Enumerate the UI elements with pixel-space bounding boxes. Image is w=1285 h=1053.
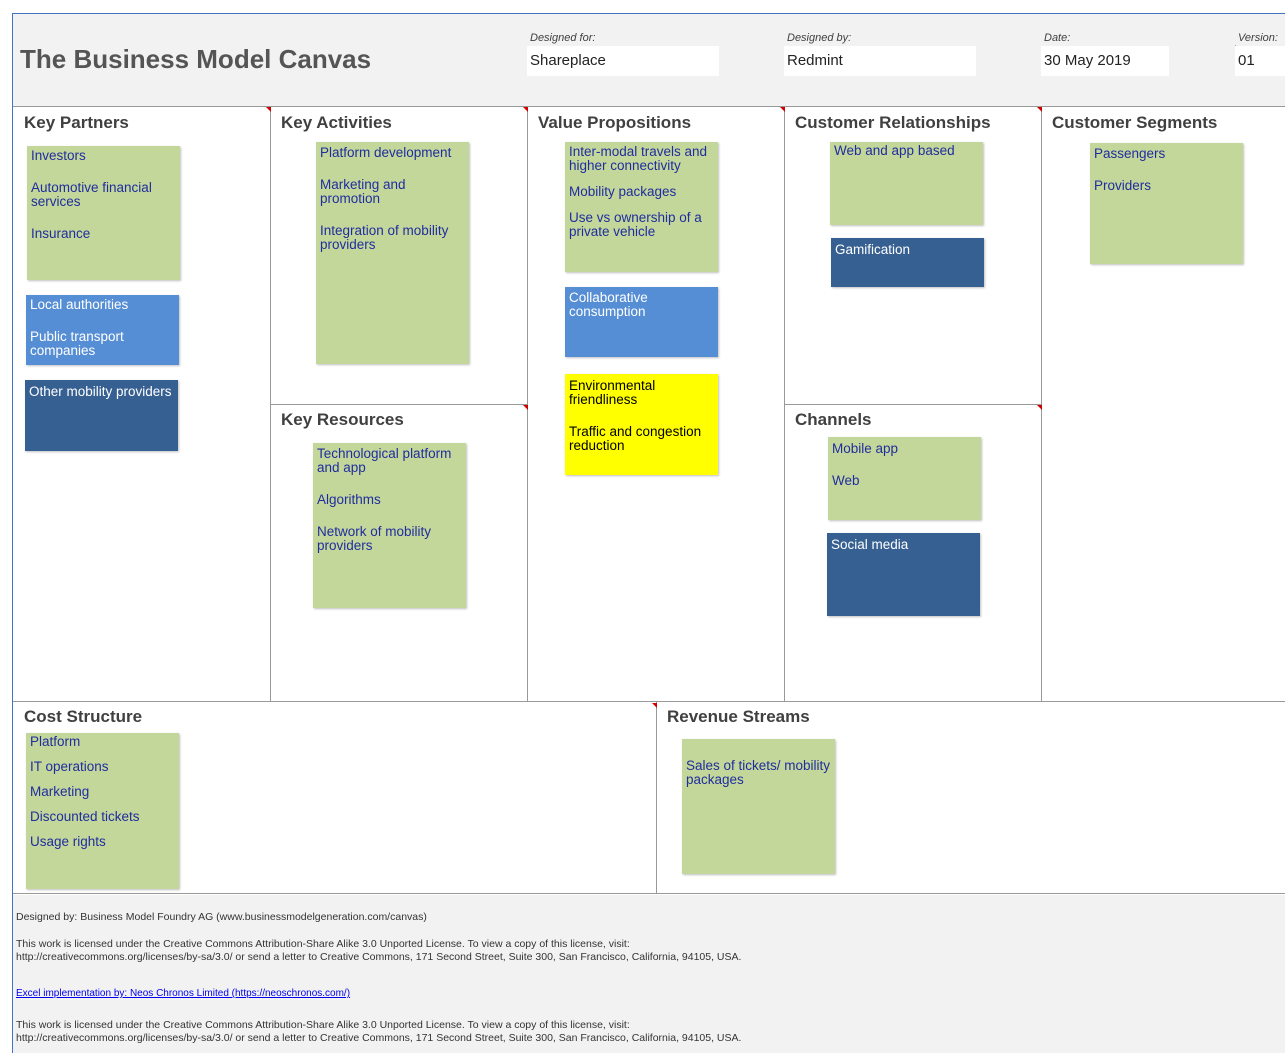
footer-link-container: Excel implementation by: Neos Chronos Li… [16, 987, 350, 1000]
divider [784, 404, 1041, 405]
designed-by-label: Designed by: [787, 32, 852, 44]
cell-comment-marker [780, 107, 785, 112]
version-field[interactable]: 01 [1235, 46, 1285, 76]
cell-comment-marker [1037, 405, 1042, 410]
note-item: Gamification [835, 242, 911, 257]
divider [13, 701, 1285, 702]
note-item: Automotive financial services [31, 180, 152, 209]
excel-implementation-link[interactable]: Excel implementation by: Neos Chronos Li… [16, 988, 350, 999]
sticky-note[interactable]: Inter-modal travels and higher connectiv… [565, 142, 718, 272]
sticky-note[interactable]: Platform IT operations Marketing Discoun… [26, 733, 179, 889]
date-label: Date: [1044, 32, 1071, 44]
sticky-note[interactable]: Other mobility providers [25, 380, 178, 451]
note-item: Network of mobility providers [317, 524, 432, 553]
note-item: Web [832, 473, 860, 488]
value-propositions-title: Value Propositions [538, 113, 692, 132]
date-field[interactable]: 30 May 2019 [1041, 46, 1169, 76]
note-item: Traffic and congestion reduction [569, 424, 702, 453]
sticky-note[interactable]: Platform development Marketing and promo… [316, 142, 469, 364]
note-item: IT operations [30, 759, 109, 774]
note-item: Platform development [320, 145, 452, 160]
note-item: Use vs ownership of a private vehicle [569, 210, 702, 239]
note-item: Passengers [1094, 146, 1166, 161]
note-item: Algorithms [317, 492, 381, 507]
cell-comment-marker [266, 107, 271, 112]
version-label: Version: [1238, 32, 1278, 44]
cell-comment-marker [523, 405, 528, 410]
footer-license: This work is licensed under the Creative… [16, 938, 630, 950]
sticky-note[interactable]: Gamification [831, 238, 984, 287]
note-item: Investors [31, 148, 86, 163]
note-item: Public transport companies [30, 329, 124, 358]
key-partners-title: Key Partners [24, 113, 129, 132]
note-item: Social media [831, 537, 909, 552]
sticky-note[interactable]: Technological platform and app Algorithm… [313, 443, 466, 608]
cell-comment-marker [523, 107, 528, 112]
divider [1041, 106, 1042, 702]
note-item: Discounted tickets [30, 809, 140, 824]
note-item: Collaborative consumption [569, 290, 648, 319]
note-item: Providers [1094, 178, 1152, 193]
note-item: Usage rights [30, 834, 106, 849]
note-item: Inter-modal travels and higher connectiv… [569, 144, 708, 173]
sticky-note[interactable]: Mobile app Web [828, 437, 981, 520]
note-item: Platform [30, 734, 81, 749]
designed-for-field[interactable]: Shareplace [527, 46, 719, 76]
note-item: Marketing [30, 784, 90, 799]
sticky-note[interactable]: Passengers Providers [1090, 143, 1243, 264]
cell-comment-marker [1037, 107, 1042, 112]
cost-structure-title: Cost Structure [24, 707, 143, 726]
sticky-note[interactable]: Environmental friendliness Traffic and c… [565, 374, 718, 475]
footer-license: http://creativecommons.org/licenses/by-s… [16, 951, 742, 963]
note-item: Marketing and promotion [320, 177, 406, 206]
page-title: The Business Model Canvas [20, 44, 372, 74]
divider [270, 404, 527, 405]
note-item: Technological platform and app [317, 446, 452, 475]
sticky-note[interactable]: Social media [827, 533, 980, 616]
key-activities-title: Key Activities [281, 113, 392, 132]
customer-relationships-title: Customer Relationships [795, 113, 991, 132]
note-item: Mobility packages [569, 184, 677, 199]
sticky-note[interactable]: Local authorities Public transport compa… [26, 295, 179, 365]
footer-license: This work is licensed under the Creative… [16, 1019, 630, 1031]
note-item: Integration of mobility providers [320, 223, 449, 252]
revenue-streams-title: Revenue Streams [667, 707, 810, 726]
footer-credit: Designed by: Business Model Foundry AG (… [16, 911, 427, 923]
sticky-note[interactable]: Web and app based [830, 142, 983, 225]
note-item: Mobile app [832, 441, 899, 456]
note-item: Environmental friendliness [569, 378, 656, 407]
note-item: Sales of tickets/ mobility packages [686, 758, 831, 787]
divider [13, 893, 1285, 894]
footer-license: http://creativecommons.org/licenses/by-s… [16, 1032, 742, 1044]
note-item: Other mobility providers [29, 384, 172, 399]
sticky-note[interactable]: Investors Automotive financial services … [27, 146, 180, 280]
designed-for-label: Designed for: [530, 32, 596, 44]
note-item: Local authorities [30, 297, 129, 312]
channels-title: Channels [795, 410, 872, 429]
divider [656, 702, 657, 894]
designed-by-field[interactable]: Redmint [784, 46, 976, 76]
customer-segments-title: Customer Segments [1052, 113, 1218, 132]
divider [527, 106, 528, 702]
note-item: Web and app based [834, 143, 955, 158]
key-resources-title: Key Resources [281, 410, 404, 429]
note-item: Insurance [31, 226, 91, 241]
sticky-note[interactable]: Sales of tickets/ mobility packages [682, 739, 835, 874]
cell-comment-marker [652, 703, 657, 708]
sticky-note[interactable]: Collaborative consumption [565, 287, 718, 357]
